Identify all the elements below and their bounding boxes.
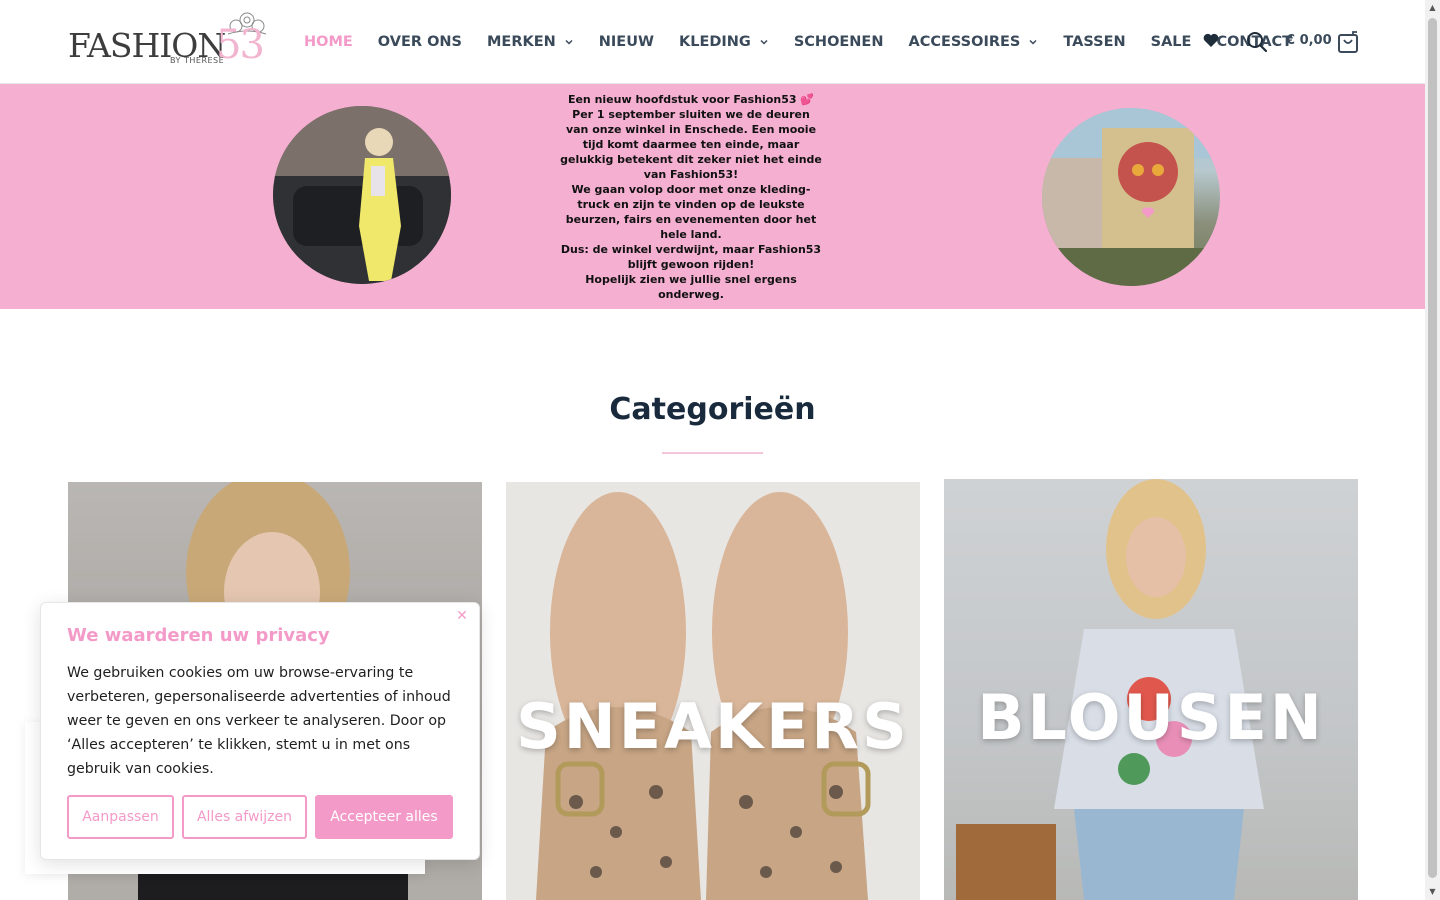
site-logo[interactable]: FASHION 53 BY THERESE bbox=[68, 12, 273, 70]
site-header: FASHION 53 BY THERESE HOME OVER ONS MERK… bbox=[0, 0, 1425, 84]
customize-button[interactable]: Aanpassen bbox=[67, 795, 174, 839]
chevron-down-icon bbox=[1029, 39, 1037, 45]
category-tile-sneakers[interactable]: SNEAKERS bbox=[506, 482, 920, 900]
nav-item-accessoires[interactable]: ACCESSOIRES bbox=[908, 34, 1038, 50]
nav-label: HOME bbox=[304, 34, 353, 50]
heart-icon[interactable] bbox=[1203, 33, 1219, 48]
announcement-line: Per 1 september sluiten we de deuren van… bbox=[560, 108, 822, 181]
nav-item-merken[interactable]: MERKEN bbox=[487, 34, 574, 50]
category-tile-blousen[interactable]: BLOUSEN bbox=[944, 479, 1358, 900]
announcement-text: Een nieuw hoofdstuk voor Fashion53 💕 Per… bbox=[560, 92, 822, 302]
nav-item-sale[interactable]: SALE bbox=[1151, 34, 1192, 50]
nav-label: MERKEN bbox=[486, 34, 556, 50]
truck-photo-illustration bbox=[1042, 108, 1220, 286]
chevron-down-icon bbox=[565, 39, 573, 45]
nav-item-nieuw[interactable]: NIEUW bbox=[599, 34, 654, 50]
owner-photo bbox=[273, 106, 451, 284]
close-icon[interactable]: ✕ bbox=[453, 607, 471, 625]
truck-photo bbox=[1042, 108, 1220, 286]
search-icon[interactable] bbox=[1246, 31, 1268, 53]
scrollbar-thumb[interactable] bbox=[1428, 18, 1437, 878]
nav-label: ACCESSOIRES bbox=[908, 34, 1021, 50]
nav-label: KLEDING bbox=[678, 34, 751, 50]
logo-subtitle: BY THERESE bbox=[170, 56, 225, 65]
shopping-bag-icon[interactable] bbox=[1337, 30, 1359, 54]
nav-label: SALE bbox=[1150, 34, 1192, 50]
owner-photo-illustration bbox=[273, 106, 451, 284]
chevron-down-icon bbox=[760, 39, 768, 45]
scroll-down-arrow-icon[interactable]: ▼ bbox=[1428, 887, 1437, 897]
scroll-up-arrow-icon[interactable]: ▲ bbox=[1428, 3, 1437, 13]
announcement-line: Hopelijk zien we jullie snel ergens onde… bbox=[585, 273, 797, 301]
reject-all-button[interactable]: Alles afwijzen bbox=[182, 795, 307, 839]
nav-item-schoenen[interactable]: SCHOENEN bbox=[794, 34, 884, 50]
page-scrollbar[interactable]: ▲ ▼ bbox=[1425, 0, 1440, 900]
accept-all-button[interactable]: Accepteer alles bbox=[315, 795, 453, 839]
categories-heading: Categorieën bbox=[609, 392, 816, 427]
cart-total[interactable]: € 0,00 bbox=[1286, 33, 1332, 48]
category-label: SNEAKERS bbox=[516, 690, 910, 763]
announcement-line: Een nieuw hoofdstuk voor Fashion53 💕 bbox=[567, 93, 815, 106]
nav-item-kleding[interactable]: KLEDING bbox=[679, 34, 769, 50]
heading-divider bbox=[662, 452, 763, 454]
announcement-line: Dus: de winkel verdwijnt, maar Fashion53… bbox=[560, 243, 822, 271]
announcement-banner: Een nieuw hoofdstuk voor Fashion53 💕 Per… bbox=[0, 84, 1425, 309]
nav-label: SCHOENEN bbox=[793, 34, 884, 50]
nav-item-home[interactable]: HOME bbox=[304, 34, 353, 50]
cookie-description: We gebruiken cookies om uw browse-ervari… bbox=[67, 665, 451, 777]
page: FASHION 53 BY THERESE HOME OVER ONS MERK… bbox=[0, 0, 1440, 900]
category-label: BLOUSEN bbox=[977, 681, 1325, 754]
nav-label: NIEUW bbox=[598, 34, 654, 50]
nav-label: TASSEN bbox=[1063, 34, 1126, 50]
nav-item-tassen[interactable]: TASSEN bbox=[1063, 34, 1125, 50]
announcement-line: We gaan volop door met onze kleding-truc… bbox=[565, 183, 817, 241]
nav-label: OVER ONS bbox=[377, 34, 462, 50]
cookie-consent-dialog: ✕ We waarderen uw privacy We gebruiken c… bbox=[40, 602, 480, 860]
cookie-title: We waarderen uw privacy bbox=[67, 625, 330, 646]
main-navigation: HOME OVER ONS MERKEN NIEUW KLEDING SCHOE… bbox=[304, 28, 1317, 56]
nav-item-over-ons[interactable]: OVER ONS bbox=[378, 34, 462, 50]
